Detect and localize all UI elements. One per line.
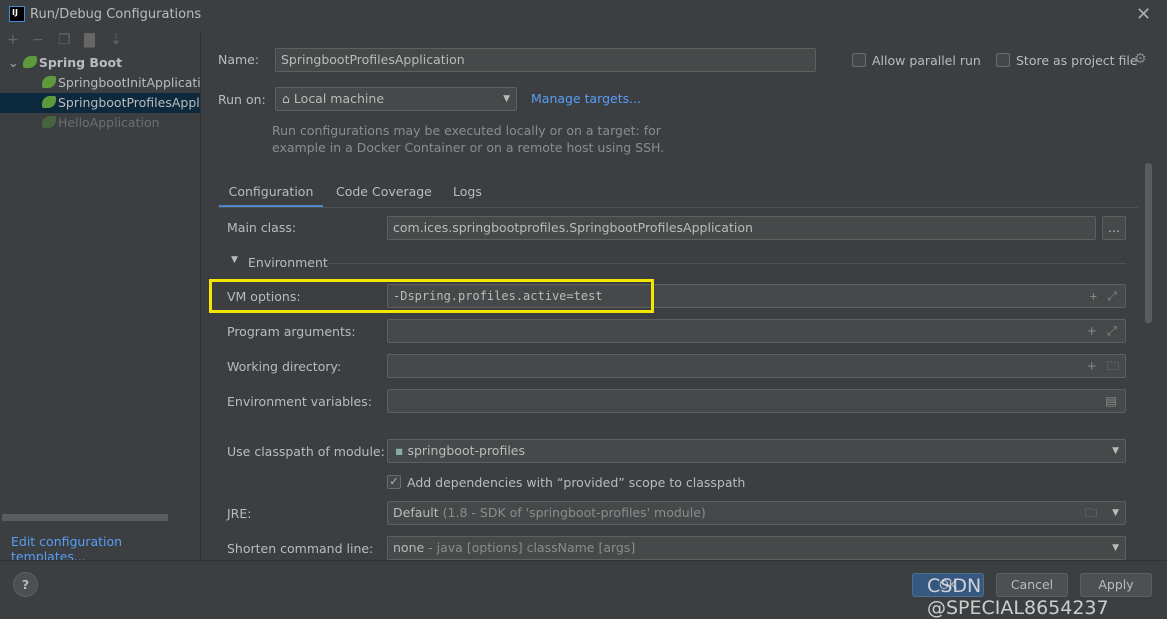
run-on-select[interactable]: ⌂ Local machine ▼ (275, 87, 517, 111)
highlight-box (209, 279, 654, 313)
jre-label: JRE: (227, 506, 252, 521)
shorten-command-line-label: Shorten command line: (227, 541, 374, 556)
manage-targets-link[interactable]: Manage targets... (531, 91, 641, 106)
folder-icon: 🗀 (1106, 358, 1119, 373)
run-hint: Run configurations may be executed local… (272, 123, 661, 138)
dropdown-arrow-icon: ▼ (503, 94, 510, 104)
main-class-label: Main class: (227, 220, 297, 235)
add-icon: + (1086, 358, 1097, 373)
expand-icon: ⤢ (1106, 323, 1117, 338)
help-button[interactable]: ? (13, 572, 38, 597)
sort-icon[interactable]: ⇣ (110, 32, 122, 48)
close-icon[interactable]: ✕ (1136, 4, 1151, 25)
intellij-logo: IJ (9, 6, 25, 22)
vertical-scrollbar[interactable] (1145, 163, 1152, 323)
tree-item[interactable]: HelloApplication (0, 113, 200, 133)
tree-item[interactable]: SpringbootInitApplication (0, 73, 200, 93)
horizontal-scrollbar[interactable] (2, 514, 168, 521)
add-icon[interactable]: + (7, 32, 19, 48)
add-dependencies-label: Add dependencies with “provided” scope t… (407, 475, 746, 490)
environment-variables-input[interactable]: ▤ (387, 389, 1126, 413)
main-class-input[interactable]: com.ices.springbootprofiles.SpringbootPr… (387, 216, 1096, 240)
gear-icon[interactable]: ⚙ (1134, 51, 1147, 67)
watermark: CSDN @SPECIAL8654237 (927, 575, 1109, 619)
dropdown-arrow-icon: ▼ (1112, 508, 1119, 518)
folder-icon[interactable]: ▇ (84, 32, 95, 48)
working-directory-input[interactable]: + 🗀 (387, 354, 1126, 378)
folder-icon: 🗀 (1084, 505, 1097, 520)
chevron-down-icon[interactable]: ▼ (231, 255, 238, 265)
tree-group-spring-boot[interactable]: ⌄ Spring Boot (0, 53, 200, 73)
dropdown-arrow-icon: ▼ (1112, 543, 1119, 553)
divider (328, 263, 1126, 264)
run-on-label: Run on: (218, 92, 266, 107)
shorten-command-line-select[interactable]: none - java [options] className [args] ▼ (387, 536, 1126, 560)
classpath-label: Use classpath of module: (227, 444, 385, 459)
tree-item-selected[interactable]: SpringbootProfilesApplication (0, 93, 200, 113)
tab-configuration[interactable]: Configuration (219, 182, 323, 208)
program-arguments-label: Program arguments: (227, 324, 356, 339)
store-project-label: Store as project file (1016, 53, 1138, 68)
tab-code-coverage[interactable]: Code Coverage (336, 182, 432, 208)
working-directory-label: Working directory: (227, 359, 342, 374)
classpath-select[interactable]: ▪ springboot-profiles ▼ (387, 439, 1126, 463)
run-hint: example in a Docker Container or on a re… (272, 140, 665, 155)
copy-icon[interactable]: ❐ (58, 32, 71, 48)
spring-boot-icon (42, 76, 56, 88)
config-sidebar: + − ❐ ▇ ⇣ ⌄ Spring Boot SpringbootInitAp… (0, 30, 201, 564)
spring-boot-icon (42, 96, 56, 108)
program-arguments-input[interactable]: + ⤢ (387, 319, 1126, 343)
add-icon: + (1086, 323, 1097, 338)
name-label: Name: (218, 52, 260, 67)
environment-variables-label: Environment variables: (227, 394, 372, 409)
tab-logs[interactable]: Logs (453, 182, 482, 208)
allow-parallel-label: Allow parallel run (872, 53, 981, 68)
allow-parallel-checkbox[interactable] (852, 53, 866, 67)
environment-section[interactable]: Environment (248, 255, 328, 270)
spring-boot-icon (22, 56, 37, 68)
module-icon: ▪ (395, 443, 408, 458)
chevron-down-icon: ⌄ (8, 55, 23, 70)
name-input[interactable]: SpringbootProfilesApplication (275, 48, 816, 72)
remove-icon[interactable]: − (32, 32, 44, 48)
jre-select[interactable]: Default (1.8 - SDK of 'springboot-profil… (387, 501, 1126, 525)
add-dependencies-checkbox[interactable]: ✓ (387, 475, 401, 489)
spring-boot-icon (42, 116, 56, 128)
window-title: Run/Debug Configurations (30, 7, 202, 22)
document-icon: ▤ (1105, 393, 1117, 408)
dropdown-arrow-icon: ▼ (1112, 446, 1119, 456)
add-icon: + (1089, 289, 1097, 303)
store-project-checkbox[interactable] (996, 53, 1010, 67)
expand-icon: ⤢ (1107, 289, 1117, 303)
home-icon: ⌂ (282, 91, 294, 106)
browse-button[interactable]: ... (1102, 216, 1126, 240)
